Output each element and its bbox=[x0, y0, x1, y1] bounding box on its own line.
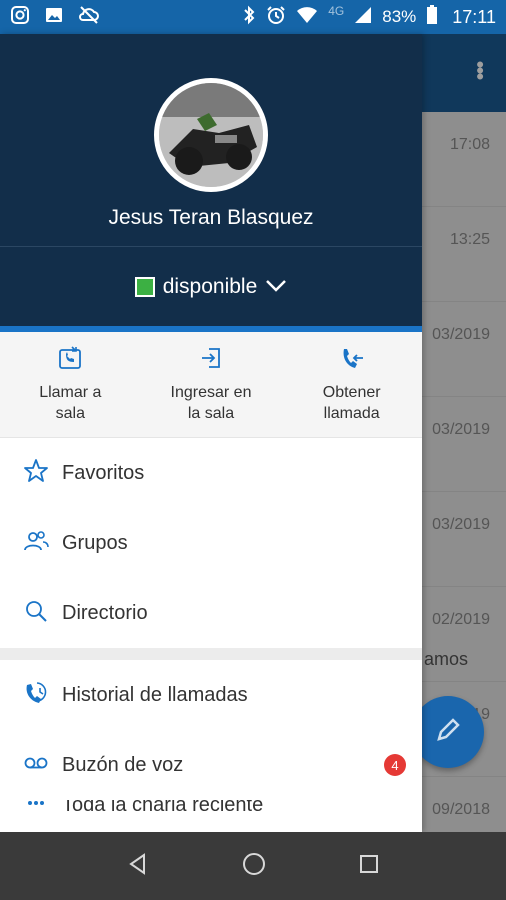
profile-header: Jesus Teran Blasquez bbox=[0, 34, 422, 246]
status-bar: 4G 83% 17:11 bbox=[0, 0, 506, 34]
star-icon bbox=[22, 457, 50, 490]
section-divider bbox=[0, 648, 422, 660]
pencil-icon bbox=[434, 716, 462, 749]
groups-icon bbox=[22, 527, 50, 560]
call-history-icon bbox=[22, 679, 50, 712]
clock: 17:11 bbox=[452, 6, 496, 27]
menu-item-groups[interactable]: Grupos bbox=[0, 508, 422, 578]
presence-indicator bbox=[134, 276, 155, 297]
call-room-button[interactable]: Llamar a sala bbox=[0, 332, 141, 437]
system-navigation-bar bbox=[0, 832, 506, 900]
instagram-icon bbox=[10, 5, 30, 30]
dots-grid-icon bbox=[22, 800, 50, 826]
battery-percent: 83% bbox=[382, 7, 417, 26]
recents-icon[interactable] bbox=[358, 853, 380, 880]
voicemail-count-badge: 4 bbox=[384, 754, 406, 776]
menu-item-directory[interactable]: Directorio bbox=[0, 578, 422, 648]
compose-button[interactable] bbox=[412, 696, 484, 768]
voicemail-icon bbox=[22, 749, 50, 782]
avatar[interactable] bbox=[154, 78, 268, 192]
menu-item-voicemail[interactable]: Buzón de voz 4 bbox=[0, 730, 422, 800]
gallery-icon bbox=[44, 5, 64, 30]
pull-call-button[interactable]: Obtener llamada bbox=[281, 332, 422, 437]
menu-item-recent-chats[interactable]: Toda la charla reciente bbox=[0, 800, 422, 826]
menu-item-label: Toda la charla reciente bbox=[62, 800, 264, 816]
enter-room-icon bbox=[197, 344, 225, 382]
menu-item-favorites[interactable]: Favoritos bbox=[0, 438, 422, 508]
call-room-icon bbox=[56, 344, 84, 382]
user-name: Jesus Teran Blasquez bbox=[108, 206, 314, 229]
cloud-off-icon bbox=[78, 5, 100, 30]
chevron-down-icon bbox=[265, 275, 287, 299]
back-icon[interactable] bbox=[126, 852, 150, 881]
pull-call-label: Obtener llamada bbox=[322, 384, 381, 422]
home-icon[interactable] bbox=[241, 851, 267, 882]
call-room-label: Llamar a sala bbox=[39, 384, 102, 422]
search-icon bbox=[22, 597, 50, 630]
menu-item-label: Directorio bbox=[62, 601, 148, 624]
bluetooth-icon bbox=[242, 5, 256, 30]
battery-icon bbox=[426, 4, 438, 30]
menu-item-call-history[interactable]: Historial de llamadas bbox=[0, 660, 422, 730]
enter-room-button[interactable]: Ingresar en la sala bbox=[141, 332, 282, 437]
quick-actions: Llamar a sala Ingresar en la sala Obtene… bbox=[0, 332, 422, 438]
signal-icon bbox=[354, 6, 372, 29]
wifi-icon bbox=[296, 6, 318, 29]
presence-status-label: disponible bbox=[162, 274, 258, 298]
alarm-icon bbox=[266, 5, 286, 30]
menu-item-label: Buzón de voz bbox=[62, 753, 184, 776]
menu-item-label: Historial de llamadas bbox=[62, 683, 248, 706]
navigation-drawer: Jesus Teran Blasquez disponible Llamar a… bbox=[0, 34, 422, 832]
menu-item-label: Grupos bbox=[62, 531, 128, 554]
network-type: 4G bbox=[328, 4, 345, 18]
presence-status-selector[interactable]: disponible bbox=[0, 246, 422, 326]
pull-call-icon bbox=[338, 344, 366, 382]
menu-item-label: Favoritos bbox=[62, 461, 145, 484]
enter-room-label: Ingresar en la sala bbox=[170, 384, 252, 422]
